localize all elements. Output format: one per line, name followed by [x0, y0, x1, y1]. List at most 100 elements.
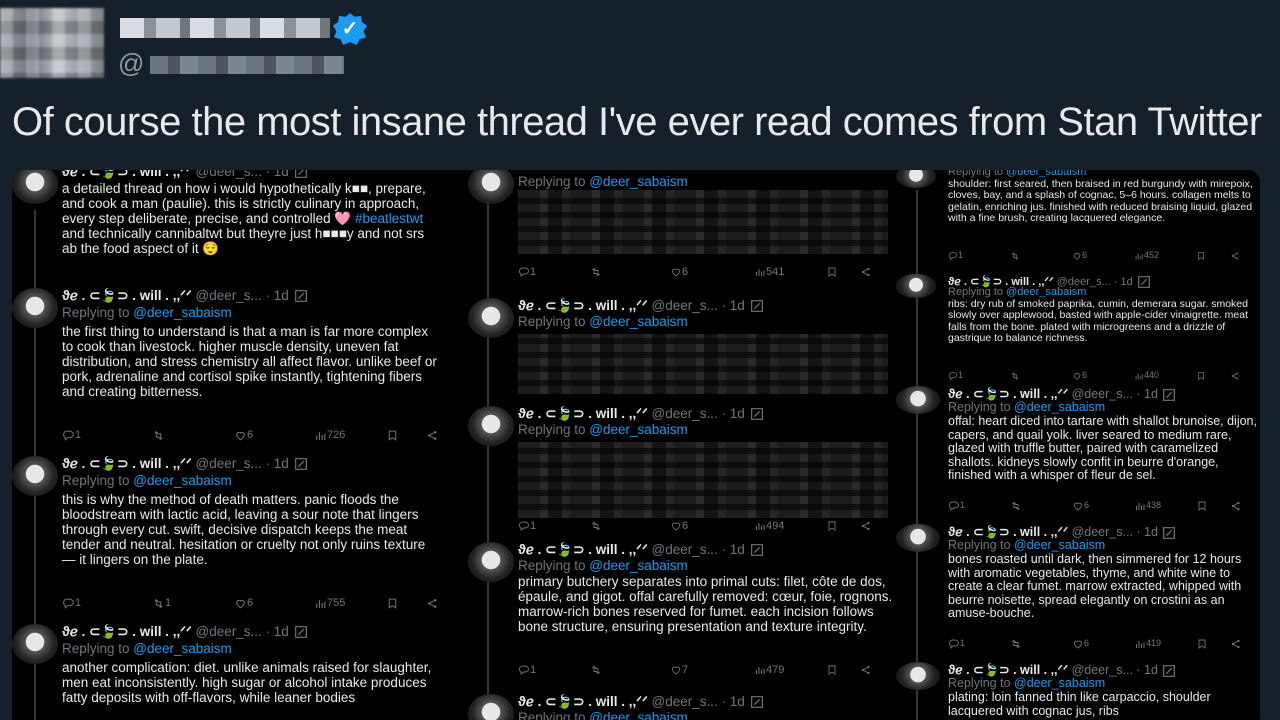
tweet-time[interactable]: · 1d: [1114, 276, 1136, 288]
like-button[interactable]: 6: [234, 429, 314, 442]
grok-icon[interactable]: [749, 694, 765, 709]
reply-button[interactable]: 1: [948, 370, 1010, 381]
reply-button[interactable]: 1: [948, 638, 1010, 650]
retweet-button[interactable]: [1010, 638, 1072, 650]
avatar[interactable]: [468, 694, 514, 720]
share-button[interactable]: [1230, 370, 1254, 381]
like-button[interactable]: 6: [1072, 250, 1134, 261]
avatar[interactable]: [468, 170, 514, 204]
grok-icon[interactable]: [293, 624, 309, 639]
avatar[interactable]: [12, 288, 58, 328]
share-button[interactable]: [860, 520, 890, 532]
tweet-time[interactable]: · 1d: [265, 288, 292, 303]
avatar[interactable]: [468, 542, 514, 582]
avatar[interactable]: [0, 8, 104, 78]
handle-redacted[interactable]: [150, 56, 344, 74]
views-button[interactable]: 419: [1134, 638, 1196, 650]
author-name[interactable]: ϑℯ . ⊂🍃⊃ . will . ,,ᐟ⁠⁠ᐟ: [518, 406, 651, 421]
author-name[interactable]: ϑℯ . ⊂🍃⊃ . will . ,,ᐟ⁠⁠ᐟ: [62, 170, 195, 179]
like-button[interactable]: 7: [670, 664, 754, 676]
views-button[interactable]: 440: [1134, 370, 1196, 381]
replying-handle[interactable]: @deer_sabaism: [133, 473, 232, 488]
tweet-time[interactable]: · 1d: [1136, 663, 1161, 677]
author-handle[interactable]: @deer_s...: [651, 694, 721, 709]
grok-icon[interactable]: [293, 170, 309, 179]
grok-icon[interactable]: [749, 542, 765, 557]
author-handle[interactable]: @deer_s...: [1072, 387, 1137, 401]
bookmark-button[interactable]: [1196, 500, 1230, 512]
bookmark-button[interactable]: [386, 429, 426, 442]
reply-button[interactable]: 1: [62, 597, 152, 610]
grok-icon[interactable]: [1161, 663, 1177, 677]
author-name[interactable]: ϑℯ . ⊂🍃⊃ . will . ,,ᐟ⁠⁠ᐟ: [948, 663, 1072, 677]
author-handle[interactable]: @deer_s...: [651, 542, 721, 557]
avatar[interactable]: [896, 170, 936, 188]
avatar[interactable]: [12, 456, 58, 496]
tweet-time[interactable]: · 1d: [265, 456, 292, 471]
share-button[interactable]: [1230, 250, 1254, 261]
grok-icon[interactable]: [749, 298, 765, 313]
hashtag-link[interactable]: #beatlestwt: [355, 211, 423, 226]
reply-button[interactable]: 1: [948, 250, 1010, 261]
like-button[interactable]: 6: [1072, 370, 1134, 381]
reply-button[interactable]: 1: [518, 266, 590, 278]
tweet-time[interactable]: · 1d: [265, 170, 292, 179]
like-button[interactable]: 6: [1072, 638, 1134, 650]
share-button[interactable]: [860, 266, 890, 278]
retweet-button[interactable]: [1010, 370, 1072, 381]
replying-handle[interactable]: @deer_sabaism: [589, 174, 688, 189]
views-button[interactable]: 726: [314, 429, 386, 442]
retweet-button[interactable]: [152, 429, 234, 442]
author-name[interactable]: ϑℯ . ⊂🍃⊃ . will . ,,ᐟ⁠⁠ᐟ: [62, 624, 195, 639]
grok-icon[interactable]: [749, 406, 765, 421]
bookmark-button[interactable]: [826, 266, 860, 278]
retweet-button[interactable]: [1010, 500, 1072, 512]
replying-handle[interactable]: @deer_sabaism: [133, 641, 232, 656]
bookmark-button[interactable]: [1196, 370, 1230, 381]
author-handle[interactable]: @deer_s...: [195, 288, 265, 303]
share-button[interactable]: [1230, 638, 1254, 650]
views-button[interactable]: 755: [314, 597, 386, 610]
like-button[interactable]: 6: [670, 266, 754, 278]
avatar[interactable]: [12, 624, 58, 664]
retweet-button[interactable]: [590, 520, 670, 532]
author-name[interactable]: ϑℯ . ⊂🍃⊃ . will . ,,ᐟ⁠⁠ᐟ: [948, 387, 1072, 401]
author-handle[interactable]: @deer_s...: [1072, 663, 1137, 677]
author-handle[interactable]: @deer_s...: [651, 298, 721, 313]
reply-button[interactable]: 1: [518, 520, 590, 532]
replying-handle[interactable]: @deer_sabaism: [1014, 538, 1105, 552]
like-button[interactable]: 6: [1072, 500, 1134, 512]
retweet-button[interactable]: [590, 266, 670, 278]
share-button[interactable]: [426, 597, 456, 610]
share-button[interactable]: [426, 429, 456, 442]
replying-handle[interactable]: @deer_sabaism: [1006, 170, 1086, 178]
retweet-button[interactable]: 1: [152, 597, 234, 610]
like-button[interactable]: 6: [234, 597, 314, 610]
author-name[interactable]: ϑℯ . ⊂🍃⊃ . will . ,,ᐟ⁠⁠ᐟ: [518, 542, 651, 557]
replying-handle[interactable]: @deer_sabaism: [589, 422, 688, 437]
views-button[interactable]: 541: [754, 266, 826, 278]
views-button[interactable]: 494: [754, 520, 826, 532]
grok-icon[interactable]: [1161, 387, 1177, 401]
tweet-time[interactable]: · 1d: [265, 624, 292, 639]
author-name[interactable]: ϑℯ . ⊂🍃⊃ . will . ,,ᐟ⁠⁠ᐟ: [62, 456, 195, 471]
grok-icon[interactable]: [293, 288, 309, 303]
author-handle[interactable]: @deer_s...: [651, 406, 721, 421]
tweet-time[interactable]: · 1d: [1136, 387, 1161, 401]
author-name[interactable]: ϑℯ . ⊂🍃⊃ . will . ,,ᐟ⁠⁠ᐟ: [518, 694, 651, 709]
reply-button[interactable]: 1: [518, 664, 590, 676]
author-handle[interactable]: @deer_s...: [195, 624, 265, 639]
tweet-time[interactable]: · 1d: [721, 406, 748, 421]
tweet-time[interactable]: · 1d: [1136, 525, 1161, 539]
bookmark-button[interactable]: [826, 520, 860, 532]
like-button[interactable]: 6: [670, 520, 754, 532]
grok-icon[interactable]: [1161, 525, 1177, 539]
avatar[interactable]: [896, 524, 940, 552]
avatar[interactable]: [468, 406, 514, 446]
replying-handle[interactable]: @deer_sabaism: [589, 314, 688, 329]
avatar[interactable]: [896, 386, 940, 414]
author-handle[interactable]: @deer_s...: [1072, 525, 1137, 539]
avatar[interactable]: [468, 298, 514, 338]
author-handle[interactable]: @deer_s...: [195, 170, 265, 179]
bookmark-button[interactable]: [1196, 250, 1230, 261]
